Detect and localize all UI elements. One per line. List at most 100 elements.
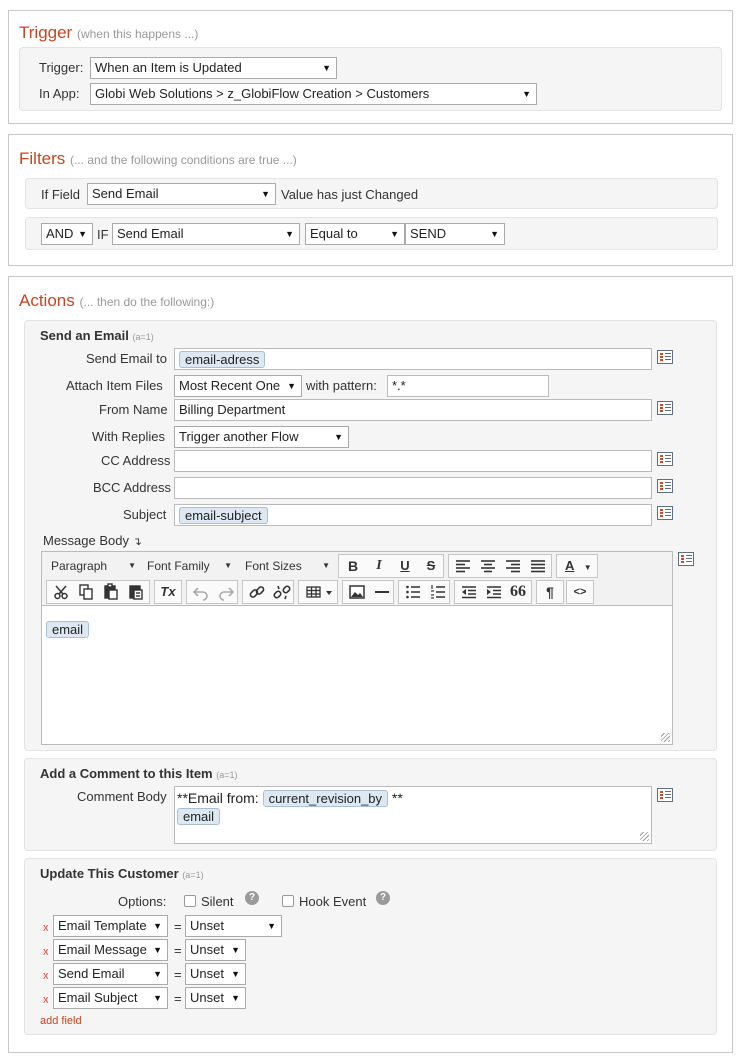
remove-row-icon[interactable]: x xyxy=(43,922,49,934)
undo-icon[interactable] xyxy=(188,580,212,604)
indent-icon[interactable] xyxy=(481,580,505,604)
send-to-variable-picker-icon[interactable] xyxy=(657,350,673,364)
resize-handle-icon[interactable] xyxy=(661,733,670,742)
blockquote-button[interactable]: 66 xyxy=(506,580,530,604)
remove-row-icon[interactable]: x xyxy=(43,994,49,1006)
align-justify-icon[interactable] xyxy=(525,554,549,578)
comment-email-token[interactable]: email xyxy=(177,808,221,825)
remove-row-icon[interactable]: x xyxy=(43,946,49,958)
update-value-select[interactable]: Unset xyxy=(185,915,282,937)
comment-body-label: Comment Body xyxy=(77,789,167,804)
clear-formatting-button[interactable]: Tx xyxy=(154,580,182,604)
paragraph-dropdown[interactable]: Paragraph xyxy=(46,554,140,578)
table-button[interactable] xyxy=(298,580,338,604)
align-center-icon[interactable] xyxy=(475,554,499,578)
comment-resize-handle-icon[interactable] xyxy=(640,832,649,841)
subject-variable-picker-icon[interactable] xyxy=(657,506,673,520)
message-body-label: Message Body ↴ xyxy=(43,533,142,548)
trigger-select[interactable]: When an Item is Updated xyxy=(90,57,337,79)
redo-icon[interactable] xyxy=(213,580,237,604)
filter-field-select[interactable]: Send Email xyxy=(87,183,276,205)
align-left-icon[interactable] xyxy=(450,554,474,578)
italic-button[interactable]: I xyxy=(367,554,391,578)
silent-checkbox[interactable] xyxy=(184,895,196,907)
copy-icon[interactable] xyxy=(73,580,97,604)
image-icon[interactable] xyxy=(344,580,368,604)
update-field-select[interactable]: Email Message xyxy=(53,939,168,961)
options-label: Options: xyxy=(118,894,167,909)
email-subject-token[interactable]: email-subject xyxy=(179,507,268,524)
update-value-select[interactable]: Unset xyxy=(185,939,246,961)
cut-icon[interactable] xyxy=(48,580,72,604)
update-value-select[interactable]: Unset xyxy=(185,963,246,985)
condition-field-select[interactable]: Send Email xyxy=(112,223,300,245)
font-color-button[interactable]: A ▼ xyxy=(557,554,597,578)
source-code-button[interactable]: <> xyxy=(566,580,594,604)
font-family-dropdown[interactable]: Font Family xyxy=(142,554,236,578)
unlink-icon[interactable] xyxy=(269,580,293,604)
trigger-panel: Trigger: When an Item is Updated In App:… xyxy=(19,47,722,111)
silent-help-icon[interactable]: ? xyxy=(245,891,259,905)
cc-address-input[interactable] xyxy=(174,450,652,472)
align-right-icon[interactable] xyxy=(500,554,524,578)
email-address-token[interactable]: email-adress xyxy=(179,351,266,368)
condition-operator-select[interactable]: Equal to xyxy=(305,223,405,245)
subject-field[interactable]: email-subject xyxy=(174,504,652,526)
equals-sign: = xyxy=(174,991,182,1006)
from-name-input[interactable]: Billing Department xyxy=(174,399,652,421)
message-body-editor[interactable]: email xyxy=(41,605,673,745)
comment-body-input[interactable]: **Email from: current_revision_by ** ema… xyxy=(174,786,652,844)
filters-section: Filters (... and the following condition… xyxy=(8,134,733,266)
pattern-input[interactable]: *.* xyxy=(387,375,549,397)
app-select[interactable]: Globi Web Solutions > z_GlobiFlow Creati… xyxy=(90,83,537,105)
bold-button[interactable]: B xyxy=(341,554,365,578)
clear-formatting-icon: Tx xyxy=(160,584,176,599)
toolbar-row-1: Paragraph Font Family Font Sizes B I U S… xyxy=(44,554,672,578)
update-field-select[interactable]: Send Email xyxy=(53,963,168,985)
paste-text-icon[interactable] xyxy=(123,580,147,604)
link-icon[interactable] xyxy=(244,580,268,604)
send-to-label: Send Email to xyxy=(86,351,167,366)
bcc-address-input[interactable] xyxy=(174,477,652,499)
numbered-list-icon[interactable] xyxy=(425,580,449,604)
current-revision-by-token[interactable]: current_revision_by xyxy=(262,790,389,807)
from-name-variable-picker-icon[interactable] xyxy=(657,401,673,415)
logic-operator-select[interactable]: AND xyxy=(41,223,93,245)
condition-value-select[interactable]: SEND xyxy=(405,223,505,245)
pattern-label: with pattern: xyxy=(306,378,377,393)
update-field-select[interactable]: Email Subject xyxy=(53,987,168,1009)
comment-prefix-text: **Email from: xyxy=(177,790,259,806)
outdent-icon[interactable] xyxy=(456,580,480,604)
comment-variable-picker-icon[interactable] xyxy=(657,788,673,802)
from-name-label: From Name xyxy=(99,402,168,417)
if-label: IF xyxy=(97,227,109,242)
with-replies-select[interactable]: Trigger another Flow xyxy=(174,426,349,448)
bullet-list-icon[interactable] xyxy=(400,580,424,604)
equals-sign: = xyxy=(174,943,182,958)
filter-change-panel: If Field Send Email Value has just Chang… xyxy=(25,178,718,209)
cc-variable-picker-icon[interactable] xyxy=(657,452,673,466)
chevron-down-icon: ▼ xyxy=(583,563,592,572)
bcc-variable-picker-icon[interactable] xyxy=(657,479,673,493)
font-sizes-dropdown[interactable]: Font Sizes xyxy=(240,554,334,578)
remove-row-icon[interactable]: x xyxy=(43,970,49,982)
table-icon xyxy=(306,586,332,598)
strikethrough-button[interactable]: S xyxy=(419,554,443,578)
comment-title: Add a Comment to this Item (a=1) xyxy=(40,766,238,781)
show-blocks-button[interactable]: ¶ xyxy=(536,580,564,604)
equals-sign: = xyxy=(174,919,182,934)
attach-files-label: Attach Item Files xyxy=(66,378,163,393)
actions-heading: Actions (... then do the following:) xyxy=(19,291,215,310)
email-body-token[interactable]: email xyxy=(46,621,90,638)
message-body-variable-picker-icon[interactable] xyxy=(678,552,694,566)
attach-files-select[interactable]: Most Recent One xyxy=(174,375,302,397)
update-field-select[interactable]: Email Template xyxy=(53,915,168,937)
add-field-link[interactable]: add field xyxy=(40,1015,82,1027)
underline-button[interactable]: U xyxy=(393,554,417,578)
horizontal-rule-icon[interactable] xyxy=(369,580,393,604)
update-value-select[interactable]: Unset xyxy=(185,987,246,1009)
send-to-field[interactable]: email-adress xyxy=(174,348,652,370)
hook-event-help-icon[interactable]: ? xyxy=(376,891,390,905)
paste-icon[interactable] xyxy=(98,580,122,604)
hook-event-checkbox[interactable] xyxy=(282,895,294,907)
